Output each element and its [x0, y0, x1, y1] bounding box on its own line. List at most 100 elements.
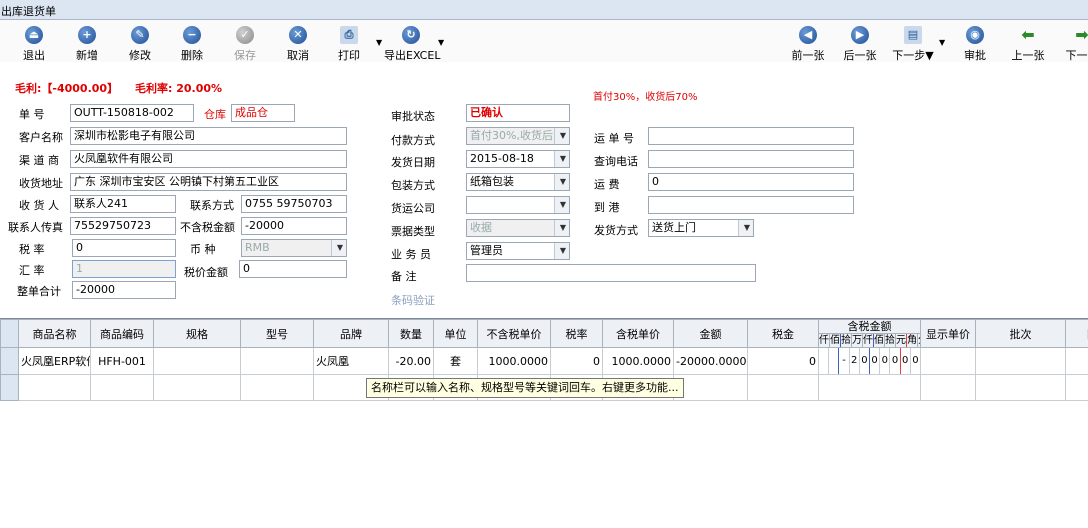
empty-cell[interactable]: [747, 374, 819, 401]
contact-field[interactable]: 0755 59750703: [241, 195, 347, 213]
col-display-price[interactable]: 显示单价: [920, 319, 976, 348]
col-qty[interactable]: 数量: [388, 319, 434, 348]
address-field[interactable]: 广东 深圳市宝安区 公明镇下村第五工业区: [70, 173, 347, 191]
col-batch[interactable]: 批次: [975, 319, 1066, 348]
next-step-button[interactable]: ▤ 下一步▼: [888, 26, 938, 63]
cell-batch[interactable]: [975, 347, 1066, 375]
export-excel-button[interactable]: ↻ 导出EXCEL: [384, 26, 440, 63]
sales-select[interactable]: 管理员 ▼: [466, 242, 570, 260]
col-extra[interactable]: 附加信: [1065, 319, 1088, 348]
exit-button[interactable]: ⏏ 退出: [12, 26, 56, 63]
digit-header: 佰: [830, 334, 841, 347]
empty-cell[interactable]: [90, 374, 154, 401]
total-field[interactable]: -20000: [72, 281, 176, 299]
empty-cell[interactable]: [673, 374, 748, 401]
ship-date-picker[interactable]: 2015-08-18 ▼: [466, 150, 570, 168]
port-field[interactable]: [648, 196, 854, 214]
cell-tax-price[interactable]: 1000.0000: [602, 347, 674, 375]
print-button[interactable]: ⎙ 打印: [327, 26, 371, 63]
col-tax-price[interactable]: 含税单价: [602, 319, 674, 348]
tax-rate-field[interactable]: 0: [72, 239, 176, 257]
cell-tax[interactable]: 0: [747, 347, 819, 375]
freight-field[interactable]: 0: [648, 173, 854, 191]
cell-code[interactable]: HFH-001: [90, 347, 154, 375]
empty-cell[interactable]: [240, 374, 314, 401]
empty-cell[interactable]: [818, 374, 921, 401]
warehouse-field[interactable]: 成品仓: [231, 104, 295, 122]
next-step-dropdown-icon[interactable]: ▼: [939, 38, 945, 47]
barcode-verify-link[interactable]: 条码验证: [391, 292, 435, 308]
customer-field[interactable]: 深圳市松影电子有限公司: [70, 127, 347, 145]
payment-select[interactable]: 首付30%,收货后70% ▼: [466, 127, 570, 145]
approve-button[interactable]: ◉ 审批: [953, 26, 997, 63]
prev-record-button[interactable]: ◀ 前一张: [786, 26, 830, 63]
minus-icon: −: [183, 26, 201, 44]
carrier-select[interactable]: ▼: [466, 196, 570, 214]
cell-price[interactable]: 1000.0000: [477, 347, 551, 375]
col-model[interactable]: 型号: [240, 319, 314, 348]
empty-cell[interactable]: [975, 374, 1066, 401]
prev-one-button[interactable]: ⬅ 上一张: [1006, 26, 1050, 63]
next-one-button[interactable]: ➡ 下一张: [1060, 26, 1088, 63]
cell-display-price[interactable]: [920, 347, 976, 375]
col-rate[interactable]: 税率: [550, 319, 603, 348]
empty-cell[interactable]: [18, 374, 91, 401]
empty-cell[interactable]: [1065, 374, 1088, 401]
row-selector[interactable]: [0, 347, 19, 375]
col-price[interactable]: 不含税单价: [477, 319, 551, 348]
col-tax-amount[interactable]: 含税金额 仟 佰 拾 万 仟 佰 拾 元 角 分: [818, 319, 921, 348]
table-row[interactable]: 火凤凰ERP软件 HFH-001 火凤凰 -20.00 套 1000.0000 …: [0, 347, 1088, 375]
print-dropdown-icon[interactable]: ▼: [376, 38, 382, 47]
phone-field[interactable]: [648, 150, 854, 168]
edit-button[interactable]: ✎ 修改: [118, 26, 162, 63]
cell-extra[interactable]: [1065, 347, 1088, 375]
cell-amount[interactable]: -20000.0000: [673, 347, 748, 375]
col-spec[interactable]: 规格: [153, 319, 241, 348]
col-code[interactable]: 商品编码: [90, 319, 154, 348]
fax-field[interactable]: 75529750723: [70, 217, 176, 235]
print-label: 打印: [338, 49, 360, 62]
cell-brand[interactable]: 火凤凰: [313, 347, 389, 375]
row-selector[interactable]: [0, 374, 19, 401]
waybill-field[interactable]: [648, 127, 854, 145]
status-field[interactable]: 已确认: [466, 104, 570, 122]
order-no-field[interactable]: OUTT-150818-002: [70, 104, 194, 122]
empty-cell[interactable]: [920, 374, 976, 401]
save-button[interactable]: ✓ 保存: [223, 26, 267, 63]
cancel-label: 取消: [287, 49, 309, 62]
save-label: 保存: [234, 49, 256, 62]
tax-total-field[interactable]: 0: [239, 260, 347, 278]
col-unit[interactable]: 单位: [433, 319, 478, 348]
cell-model[interactable]: [240, 347, 314, 375]
cell-unit[interactable]: 套: [433, 347, 478, 375]
remark-field[interactable]: [466, 264, 756, 282]
export-dropdown-icon[interactable]: ▼: [438, 38, 444, 47]
empty-cell[interactable]: [153, 374, 241, 401]
cancel-button[interactable]: ✕ 取消: [276, 26, 320, 63]
cell-spec[interactable]: [153, 347, 241, 375]
phone-label: 查询电话: [594, 155, 638, 168]
exchange-field[interactable]: 1: [72, 260, 176, 278]
add-button[interactable]: + 新增: [65, 26, 109, 63]
toolbar: ⏏ 退出 + 新增 ✎ 修改 − 删除 ✓ 保存 ✕ 取消 ⎙ 打印 ▼ ↻ 导出EXCEL ▼…: [0, 20, 1088, 62]
ship-method-select[interactable]: 送货上门 ▼: [648, 219, 754, 237]
pretax-field[interactable]: -20000: [241, 217, 347, 235]
cell-rate[interactable]: 0: [550, 347, 603, 375]
col-name[interactable]: 商品名称: [18, 319, 91, 348]
col-amount[interactable]: 金额: [673, 319, 748, 348]
col-brand[interactable]: 品牌: [313, 319, 389, 348]
cell-qty[interactable]: -20.00: [388, 347, 434, 375]
packing-select[interactable]: 纸箱包装 ▼: [466, 173, 570, 191]
prev-one-label: 上一张: [1011, 49, 1045, 62]
delete-button[interactable]: − 删除: [170, 26, 214, 63]
next-record-button[interactable]: ▶ 后一张: [838, 26, 882, 63]
channel-field[interactable]: 火凤凰软件有限公司: [70, 150, 347, 168]
channel-label: 渠 道 商: [19, 154, 59, 167]
cell-tax-amount[interactable]: - 2 0 0 0 0 0 0: [818, 347, 921, 375]
ship-method-value: 送货上门: [652, 221, 696, 234]
currency-select[interactable]: RMB ▼: [241, 239, 347, 257]
receiver-field[interactable]: 联系人241: [70, 195, 176, 213]
cell-name[interactable]: 火凤凰ERP软件: [18, 347, 91, 375]
col-tax[interactable]: 税金: [747, 319, 819, 348]
invoice-select[interactable]: 收据 ▼: [466, 219, 570, 237]
